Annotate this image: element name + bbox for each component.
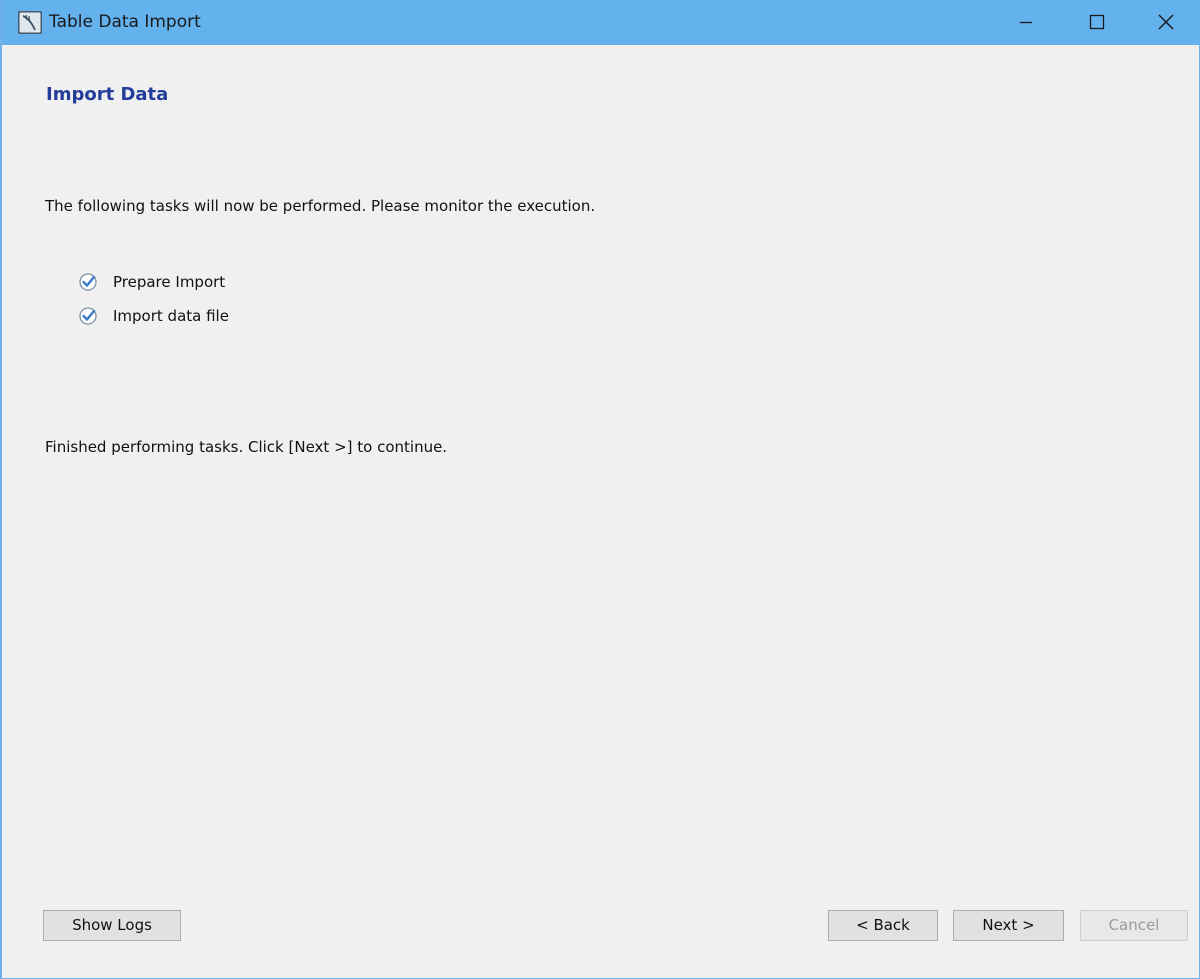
back-button[interactable]: < Back	[828, 910, 938, 941]
show-logs-button[interactable]: Show Logs	[43, 910, 181, 941]
next-button[interactable]: Next >	[953, 910, 1064, 941]
task-label: Prepare Import	[113, 273, 226, 291]
minimize-button[interactable]	[996, 0, 1056, 45]
cancel-button[interactable]: Cancel	[1080, 910, 1188, 941]
intro-text: The following tasks will now be performe…	[45, 197, 596, 215]
table-data-import-window: Table Data Import Import Data The follow…	[0, 0, 1200, 979]
title-bar[interactable]: Table Data Import	[2, 0, 1200, 45]
finished-message: Finished performing tasks. Click [Next >…	[45, 438, 448, 456]
page-heading: Import Data	[46, 84, 169, 105]
checkmark-circle-icon	[79, 273, 97, 291]
close-button[interactable]	[1136, 0, 1196, 45]
close-icon	[1158, 14, 1174, 30]
checkmark-circle-icon	[79, 307, 97, 325]
mysql-workbench-dolphin-icon	[18, 11, 42, 34]
minimize-icon	[1020, 21, 1032, 24]
window-title: Table Data Import	[49, 12, 201, 32]
task-label: Import data file	[113, 307, 229, 325]
maximize-icon	[1089, 14, 1105, 30]
maximize-button[interactable]	[1066, 0, 1126, 45]
